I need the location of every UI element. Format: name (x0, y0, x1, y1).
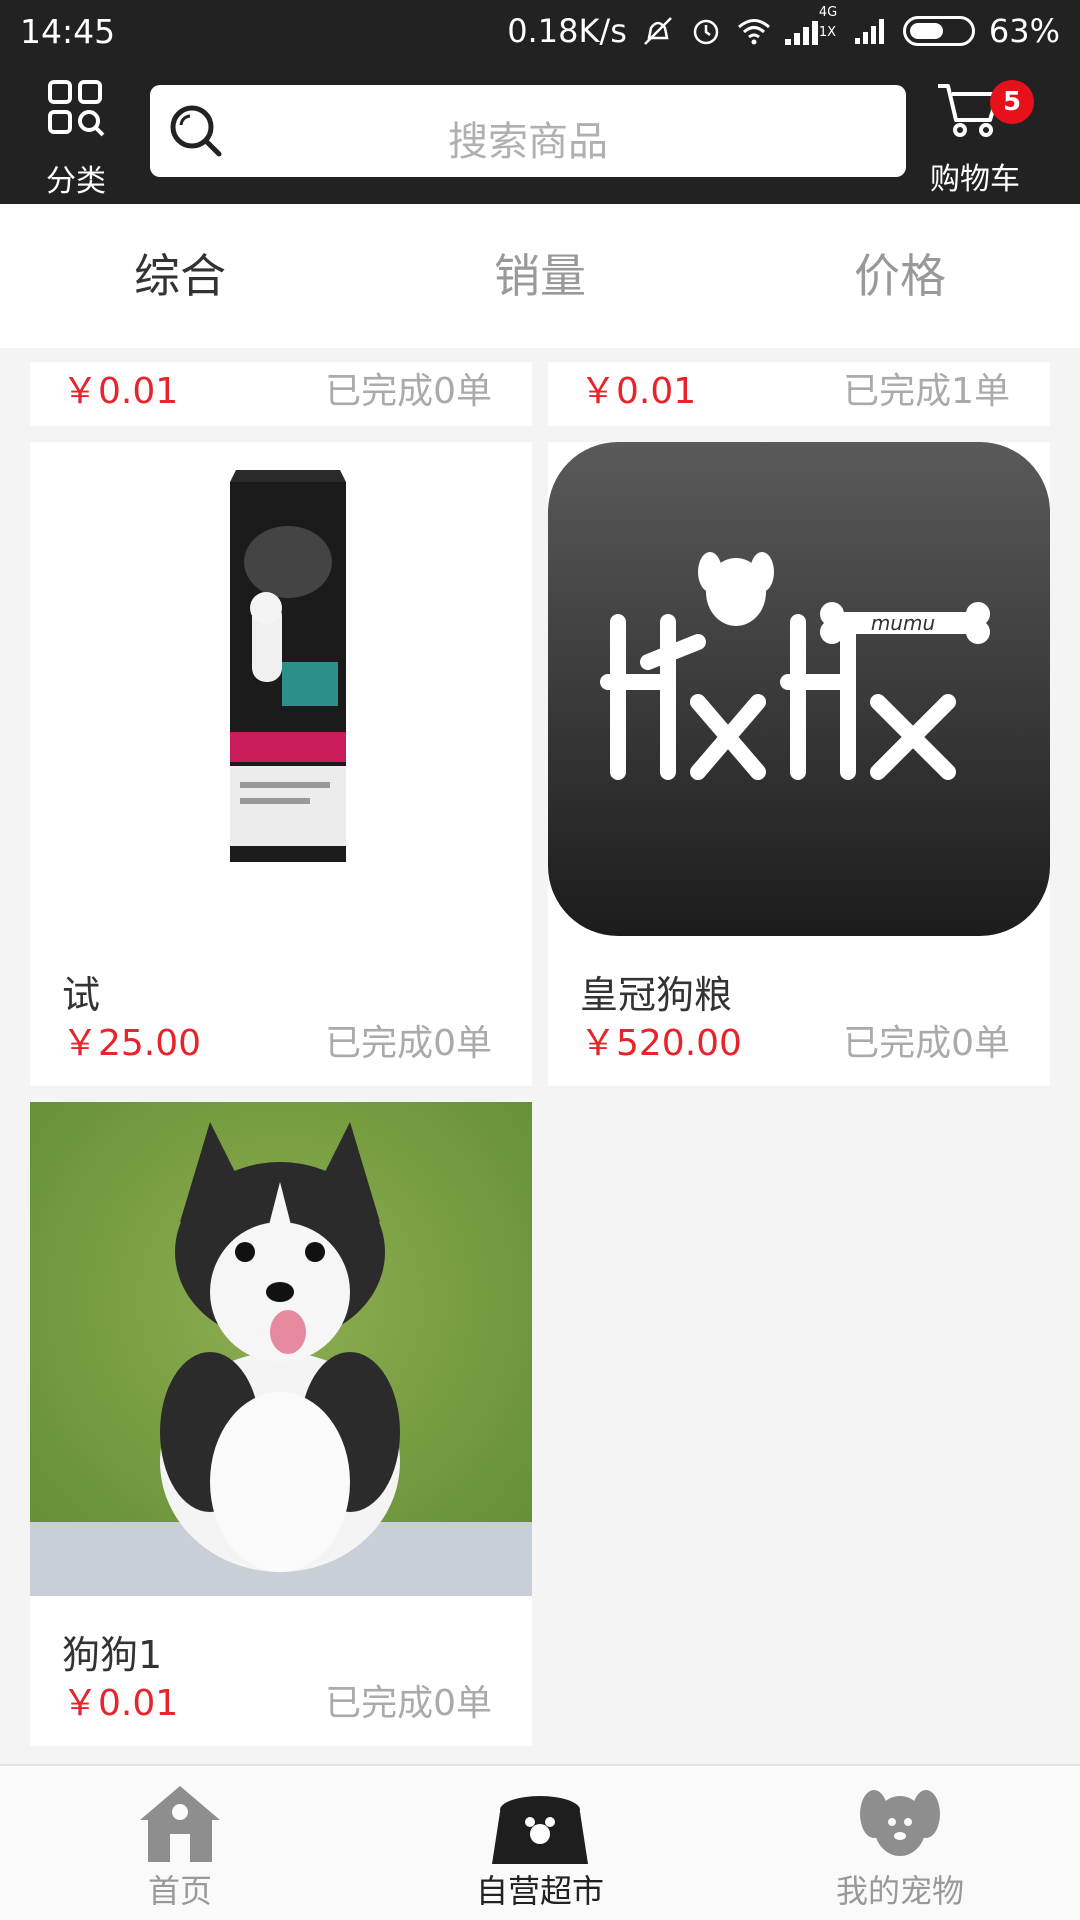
tab-sales[interactable]: 销量 (360, 204, 720, 348)
category-label: 分类 (46, 164, 106, 199)
dog-face-icon (860, 1790, 940, 1856)
product-price: ￥25.00 (62, 1023, 202, 1064)
net-speed: 0.18K/s (507, 12, 627, 50)
product-name: 狗狗1 (62, 1633, 163, 1677)
tab-price[interactable]: 价格 (720, 204, 1080, 348)
product-sold-count: 已完成1单 (843, 371, 1010, 412)
mute-icon (643, 17, 672, 45)
status-icons: 0.18K/s 4G 1X 63% (507, 5, 1060, 51)
product-price: ￥0.01 (62, 1683, 179, 1724)
product-name: 试 (62, 973, 101, 1017)
battery-icon (902, 16, 975, 46)
mumu-logo-text: mumu (871, 611, 935, 635)
product-card[interactable]: ￥0.01 已完成0单 (30, 362, 532, 426)
net-type-4g: 4G (818, 5, 838, 20)
product-sold-count: 已完成0单 (325, 371, 492, 412)
pet-bowl-icon (492, 1796, 588, 1864)
app-header: 分类 搜索商品 5 购物车 (0, 62, 1080, 204)
nav-home[interactable]: 首页 (0, 1766, 360, 1920)
status-bar: 14:45 0.18K/s 4G 1X 63% (0, 0, 1080, 62)
product-price: ￥0.01 (62, 371, 179, 412)
mumu-logo-image: mumu (548, 442, 1050, 936)
product-sold-count: 已完成0单 (325, 1023, 492, 1064)
product-sold-count: 已完成0单 (325, 1683, 492, 1724)
bottom-nav: 首页 自营超市 我的宠物 (0, 1764, 1080, 1920)
category-grid-icon (48, 80, 105, 137)
product-name: 皇冠狗粮 (580, 973, 733, 1017)
home-icon (140, 1786, 220, 1862)
sort-tabs: 综合 销量 价格 (0, 204, 1080, 348)
nav-self-mall[interactable]: 自营超市 (360, 1766, 720, 1920)
product-card[interactable]: 试 ￥25.00 已完成0单 (30, 442, 532, 1086)
category-button[interactable]: 分类 (28, 76, 124, 199)
product-price: ￥520.00 (580, 1023, 742, 1064)
cell-signal-1-icon: 4G 1X (784, 5, 841, 51)
cart-count-badge: 5 (990, 80, 1034, 124)
wifi-icon (737, 19, 770, 45)
product-sold-count: 已完成0单 (843, 1023, 1010, 1064)
net-type-1x: 1X (818, 25, 837, 40)
alarm-icon (693, 19, 719, 45)
product-card[interactable]: ￥0.01 已完成1单 (548, 362, 1050, 426)
cart-label: 购物车 (930, 162, 1020, 197)
cell-signal-2-icon (854, 19, 884, 44)
nav-my-pets[interactable]: 我的宠物 (720, 1766, 1080, 1920)
cart-button[interactable]: 5 购物车 (920, 72, 1034, 197)
dog-food-bag-image (30, 442, 532, 936)
search-input[interactable]: 搜索商品 (150, 85, 906, 177)
nav-my-pets-label: 我的宠物 (835, 1872, 964, 1910)
nav-home-label: 首页 (147, 1872, 212, 1910)
product-price: ￥0.01 (580, 371, 697, 412)
nav-self-mall-label: 自营超市 (475, 1872, 604, 1910)
husky-puppy-image (30, 1102, 532, 1596)
product-card[interactable]: mumu 皇冠狗粮 ￥520.00 已完成0单 (548, 442, 1050, 1086)
status-time: 14:45 (20, 11, 116, 51)
tab-comprehensive[interactable]: 综合 (0, 204, 360, 348)
search-placeholder: 搜索商品 (448, 119, 608, 165)
battery-percent: 63% (988, 12, 1060, 50)
product-card[interactable]: 狗狗1 ￥0.01 已完成0单 (30, 1102, 532, 1746)
